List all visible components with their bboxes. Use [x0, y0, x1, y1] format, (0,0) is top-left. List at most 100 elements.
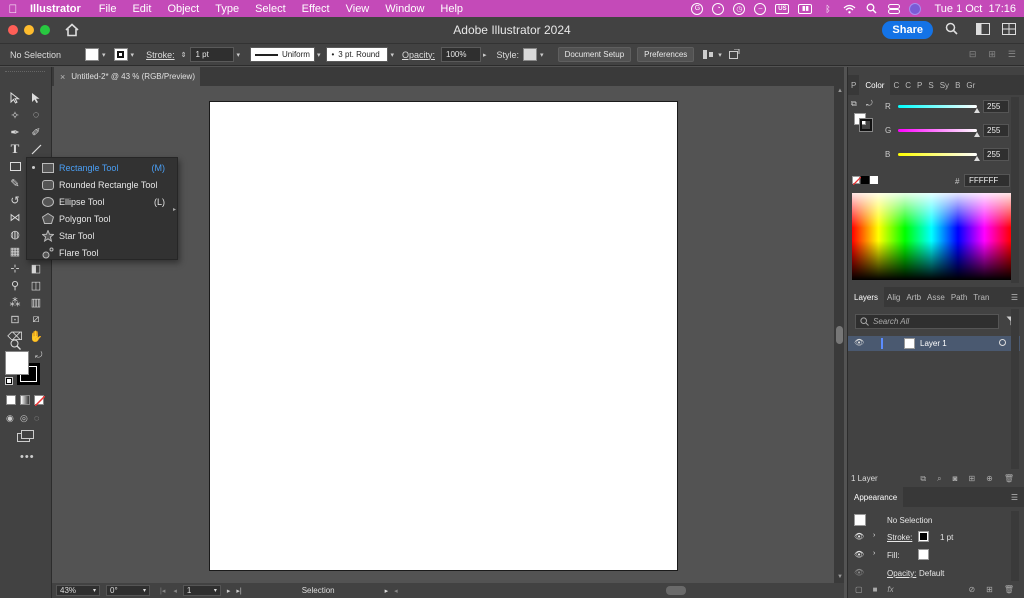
menu-help[interactable]: Help — [432, 3, 471, 15]
align-icon[interactable] — [702, 49, 714, 60]
add-new-fill-icon[interactable]: ■ — [873, 585, 878, 594]
green-track[interactable] — [898, 129, 977, 132]
blue-value-field[interactable]: 255 — [983, 148, 1009, 161]
apple-icon[interactable]:  — [0, 2, 26, 16]
appearance-opacity-label[interactable]: Opacity: — [887, 569, 916, 578]
red-value-field[interactable]: 255 — [983, 100, 1009, 113]
red-track[interactable] — [898, 105, 977, 108]
color-spectrum[interactable] — [852, 193, 1011, 280]
menu-edit[interactable]: Edit — [124, 3, 159, 15]
blue-track[interactable] — [898, 153, 977, 156]
rotate-tool-icon[interactable]: ↺ — [7, 193, 23, 207]
direct-selection-tool-icon[interactable] — [28, 91, 44, 105]
bluetooth-icon[interactable]: ᛒ — [821, 3, 834, 14]
column-graph-tool-icon[interactable]: ▥ — [28, 295, 44, 309]
appearance-opacity-row[interactable]: 👁 Opacity: Default — [848, 566, 1013, 582]
none-mode-icon[interactable] — [34, 395, 45, 406]
arrange-documents-icon[interactable] — [1002, 22, 1016, 38]
document-setup-button[interactable]: Document Setup — [557, 47, 632, 62]
horizontal-scroll-thumb[interactable] — [666, 586, 686, 595]
default-fill-stroke-icon[interactable] — [5, 377, 13, 385]
grammarly-icon[interactable]: G — [691, 2, 704, 15]
appearance-stroke-row[interactable]: 👁 › Stroke: 1 pt — [848, 530, 1013, 546]
edit-toolbar-icon[interactable]: ••• — [20, 451, 35, 463]
search-icon[interactable] — [865, 3, 878, 14]
layers-search-input[interactable]: Search All — [855, 314, 999, 329]
datetime[interactable]: Tue 1 Oct 17:16 — [934, 3, 1016, 15]
tab-brushes[interactable]: B — [952, 81, 963, 90]
star-tool-item[interactable]: Star Tool — [27, 227, 177, 244]
distribute-icon[interactable]: ⊟ — [969, 49, 977, 60]
tab-swatches[interactable]: S — [925, 81, 936, 90]
home-icon[interactable] — [64, 23, 80, 37]
transform-icon[interactable] — [728, 49, 740, 60]
last-artboard-icon[interactable]: ▸| — [236, 587, 241, 595]
appearance-stroke-value[interactable]: 1 pt — [940, 533, 953, 542]
brush-definition[interactable]: • 3 pt. Round ▾ — [326, 47, 394, 62]
stroke-expand-icon[interactable]: › — [873, 532, 875, 539]
tab-asset-export[interactable]: Asse — [924, 293, 948, 302]
style-swatch[interactable]: ▾ — [523, 48, 544, 61]
menu-view[interactable]: View — [338, 3, 378, 15]
hex-field[interactable]: FFFFFF — [964, 174, 1010, 187]
selection-tool-icon[interactable] — [7, 91, 23, 105]
green-slider[interactable]: G 255 — [848, 124, 1024, 138]
tab-cc-libraries[interactable]: C — [902, 81, 914, 90]
appearance-panel-menu-icon[interactable]: ☰ — [1008, 493, 1021, 502]
workspace-layout-icon[interactable] — [976, 22, 990, 38]
draw-behind-icon[interactable]: ◎ — [20, 413, 28, 424]
appearance-stroke-label[interactable]: Stroke: — [887, 533, 912, 542]
tab-pathfinder[interactable]: P — [914, 81, 925, 90]
stroke-weight-stepper[interactable]: ⇕ 1 pt ▾ — [181, 47, 240, 62]
duplicate-item-icon[interactable]: ⊞ — [986, 585, 993, 594]
add-new-stroke-icon[interactable]: ▢ — [855, 585, 863, 594]
tab-appearance[interactable]: Appearance — [848, 487, 904, 507]
appearance-panel-scrollbar[interactable] — [1011, 511, 1019, 581]
first-artboard-icon[interactable]: |◂ — [160, 587, 165, 595]
rotation-field[interactable]: 0° ▾ — [106, 585, 150, 596]
stroke-label[interactable]: Stroke: — [146, 50, 175, 60]
wifi-icon[interactable] — [843, 3, 856, 14]
appearance-stroke-swatch[interactable] — [918, 531, 929, 542]
hand-tool-icon[interactable]: ✋ — [28, 329, 44, 343]
control-menu-icon[interactable]: ☰ — [1008, 49, 1016, 60]
ellipse-tool-item[interactable]: Ellipse Tool (L) — [27, 193, 177, 210]
layer-row[interactable]: 👁 Layer 1 — [848, 336, 1020, 351]
red-knob[interactable] — [974, 108, 980, 113]
new-layer-icon[interactable]: ⊕ — [986, 474, 993, 484]
tab-color-guide[interactable]: C — [890, 81, 902, 90]
tab-symbols[interactable]: Sy — [937, 81, 952, 90]
menu-window[interactable]: Window — [377, 3, 432, 15]
close-tab-icon[interactable]: × — [60, 72, 65, 82]
scroll-left-icon[interactable]: ◂ — [394, 587, 398, 595]
tab-graphic-styles[interactable]: Gr — [963, 81, 978, 90]
layers-panel-scrollbar[interactable] — [1011, 309, 1019, 469]
add-new-effect-icon[interactable]: fx — [887, 585, 893, 594]
polygon-tool-item[interactable]: Polygon Tool — [27, 210, 177, 227]
artboard-field[interactable]: 1 ▾ — [182, 585, 221, 596]
layers-panel-menu-icon[interactable]: ☰ — [1008, 293, 1021, 302]
tab-layers[interactable]: Layers — [848, 287, 885, 307]
prev-artboard-icon[interactable]: ◂ — [173, 587, 177, 595]
language-icon[interactable]: US — [775, 3, 790, 14]
search-icon[interactable] — [945, 22, 958, 38]
toolbar-grip[interactable] — [5, 71, 45, 74]
green-knob[interactable] — [974, 132, 980, 137]
tab-properties[interactable]: P — [848, 81, 859, 90]
tab-pathfinder-2[interactable]: Path — [948, 293, 970, 302]
artboard[interactable] — [209, 101, 678, 571]
stroke-visibility-icon[interactable]: 👁 — [854, 532, 864, 541]
fill-expand-icon[interactable]: › — [873, 550, 875, 557]
layer-name[interactable]: Layer 1 — [920, 339, 947, 348]
pen-tool-icon[interactable]: ✒ — [7, 125, 23, 139]
align-objects-icon[interactable]: ⊞ — [988, 49, 996, 60]
blue-knob[interactable] — [974, 156, 980, 161]
preferences-button[interactable]: Preferences — [637, 47, 695, 62]
slice-tool-icon[interactable]: ⧄ — [28, 312, 44, 326]
scroll-down-icon[interactable]: ▼ — [837, 574, 843, 580]
collect-export-icon[interactable]: ⧉ — [920, 474, 926, 484]
red-slider[interactable]: R 255 — [848, 100, 1024, 114]
variable-width-profile[interactable]: Uniform ▾ — [249, 47, 320, 62]
line-segment-tool-icon[interactable] — [28, 142, 44, 156]
stroke-weight-field[interactable]: 1 pt — [190, 47, 235, 62]
